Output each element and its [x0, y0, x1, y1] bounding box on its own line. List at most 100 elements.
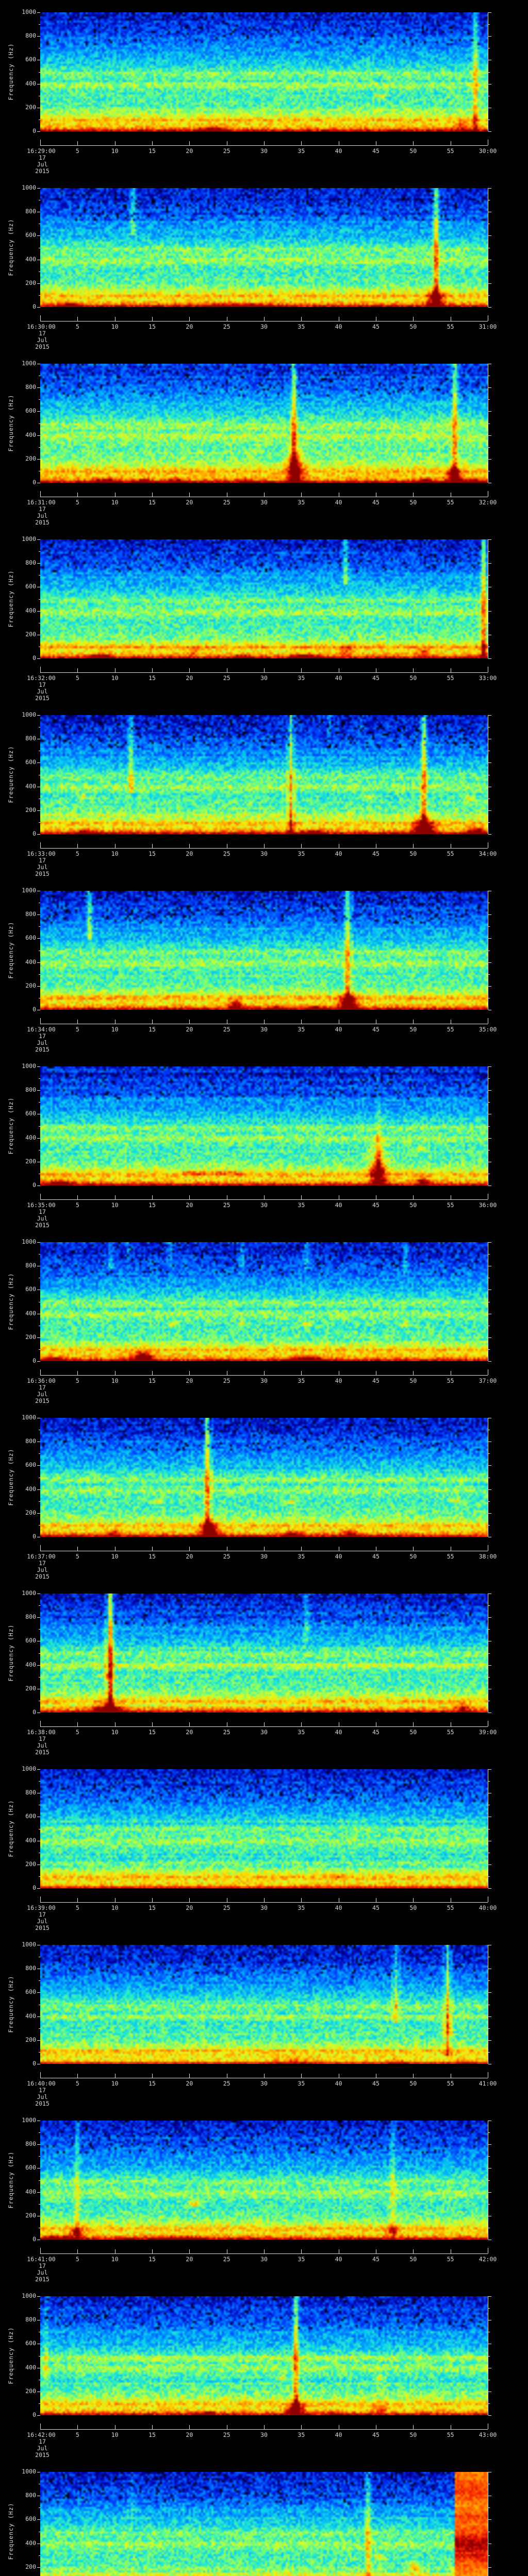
date-line: 2015	[35, 1397, 50, 1404]
x-tick-label: 10	[111, 2256, 119, 2263]
x-tick-label: 20	[186, 2256, 193, 2263]
y-tick-label: 200	[25, 1509, 36, 1516]
x-tick-label: 25	[223, 1904, 230, 1911]
date-line: 2015	[35, 694, 50, 702]
x-tick-label: 35	[298, 1553, 305, 1560]
x-tick-label: 40	[335, 674, 342, 682]
y-tick-label: 1000	[22, 360, 36, 367]
x-tick-label: 50	[409, 1201, 417, 1209]
y-tick-label: 600	[25, 2515, 36, 2523]
y-tick-label: 1000	[22, 2116, 36, 2124]
y-tick-label: 600	[25, 1812, 36, 1820]
x-tick-label: 45	[372, 2256, 380, 2263]
x-tick-label: 10	[111, 1728, 119, 1736]
x-tick-label: 30	[260, 1377, 268, 1384]
x-tick-label: 55	[447, 2256, 454, 2263]
x-tick-label: 25	[223, 147, 230, 155]
x-tick-label: 20	[186, 1377, 193, 1384]
x-axis-end-time: 34:00	[478, 850, 497, 857]
x-tick-label: 20	[186, 1553, 193, 1560]
x-tick-label: 30	[260, 2256, 268, 2263]
x-tick-label: 10	[111, 1201, 119, 1209]
x-tick-label: 20	[186, 2431, 193, 2438]
x-tick-label: 50	[409, 147, 417, 155]
y-tick-label: 600	[25, 1285, 36, 1293]
y-tick-label: 800	[25, 2140, 36, 2148]
y-tick-label: 400	[25, 431, 36, 438]
x-tick-label: 35	[298, 147, 305, 155]
x-tick-label: 20	[186, 850, 193, 857]
x-tick-label: 45	[372, 674, 380, 682]
date-line: 2015	[35, 167, 50, 175]
y-tick-label: 0	[32, 303, 36, 310]
x-tick-label: 25	[223, 2256, 230, 2263]
y-tick-label: 1000	[22, 1062, 36, 1070]
x-tick-label: 15	[148, 1026, 156, 1033]
date-line: 2015	[35, 2451, 50, 2459]
y-tick-label: 400	[25, 255, 36, 263]
x-tick-label: 50	[409, 1904, 417, 1911]
y-tick-label: 800	[25, 1964, 36, 1972]
x-tick-label: 55	[447, 1728, 454, 1736]
x-tick-label: 30	[260, 1553, 268, 1560]
x-axis-end-time: 43:00	[478, 2431, 497, 2438]
y-tick-label: 1000	[22, 1238, 36, 1245]
x-tick-label: 30	[260, 2431, 268, 2438]
y-tick-label: 600	[25, 1637, 36, 1645]
y-axis-title: Frequency (Hz)	[7, 218, 14, 276]
x-tick-label: 35	[298, 850, 305, 857]
y-tick-label: 1000	[22, 2292, 36, 2299]
x-tick-label: 20	[186, 674, 193, 682]
spectrogram-panel: Frequency (Hz) 02004006008001000 5101520…	[0, 351, 528, 527]
y-tick-label: 800	[25, 910, 36, 918]
x-tick-label: 50	[409, 1728, 417, 1736]
spectrogram-panel: Frequency (Hz) 02004006008001000 5101520…	[0, 1581, 528, 1757]
y-axis-title: Frequency (Hz)	[7, 2151, 14, 2209]
x-tick-label: 40	[335, 1377, 342, 1384]
y-tick-label: 200	[25, 1333, 36, 1341]
y-tick-label: 400	[25, 2539, 36, 2547]
y-tick-label: 800	[25, 735, 36, 742]
x-tick-label: 35	[298, 323, 305, 330]
y-tick-label: 400	[25, 1660, 36, 1668]
x-tick-label: 35	[298, 1377, 305, 1384]
y-axis-title: Frequency (Hz)	[7, 1097, 14, 1155]
y-tick-label: 1000	[22, 2468, 36, 2475]
x-tick-label: 25	[223, 1026, 230, 1033]
y-tick-label: 600	[25, 583, 36, 590]
y-tick-label: 200	[25, 454, 36, 462]
y-tick-label: 1000	[22, 1941, 36, 1948]
y-tick-label: 1000	[22, 184, 36, 191]
y-tick-label: 400	[25, 1309, 36, 1317]
x-tick-label: 35	[298, 1026, 305, 1033]
x-tick-label: 55	[447, 1201, 454, 1209]
y-tick-label: 800	[25, 208, 36, 215]
x-tick-label: 10	[111, 1553, 119, 1560]
x-tick-label: 15	[148, 499, 156, 506]
x-axis-end-time: 30:00	[478, 147, 497, 155]
x-tick-label: 45	[372, 1377, 380, 1384]
x-tick-label: 45	[372, 499, 380, 506]
y-axis-title: Frequency (Hz)	[7, 2502, 14, 2560]
x-axis-end-time: 37:00	[478, 1377, 497, 1384]
spectrogram-panel: Frequency (Hz) 02004006008001000 5101520…	[0, 1230, 528, 1405]
y-tick-label: 600	[25, 758, 36, 766]
x-tick-label: 15	[148, 323, 156, 330]
y-tick-label: 0	[32, 479, 36, 486]
spectrogram-panel: Frequency (Hz) 02004006008001000 5101520…	[0, 2284, 528, 2460]
y-tick-label: 400	[25, 2012, 36, 2020]
date-line: 2015	[35, 519, 50, 526]
y-tick-label: 1000	[22, 8, 36, 15]
x-tick-label: 15	[148, 2256, 156, 2263]
x-tick-label: 15	[148, 1377, 156, 1384]
y-tick-label: 400	[25, 958, 36, 965]
y-axis-title: Frequency (Hz)	[7, 1448, 14, 1506]
x-tick-label: 20	[186, 1728, 193, 1736]
y-axis-title: Frequency (Hz)	[7, 43, 14, 100]
y-tick-label: 0	[32, 2411, 36, 2418]
x-tick-label: 20	[186, 1201, 193, 1209]
x-tick-label: 55	[447, 1026, 454, 1033]
x-tick-label: 55	[447, 2431, 454, 2438]
y-tick-label: 200	[25, 279, 36, 286]
y-tick-label: 600	[25, 231, 36, 239]
